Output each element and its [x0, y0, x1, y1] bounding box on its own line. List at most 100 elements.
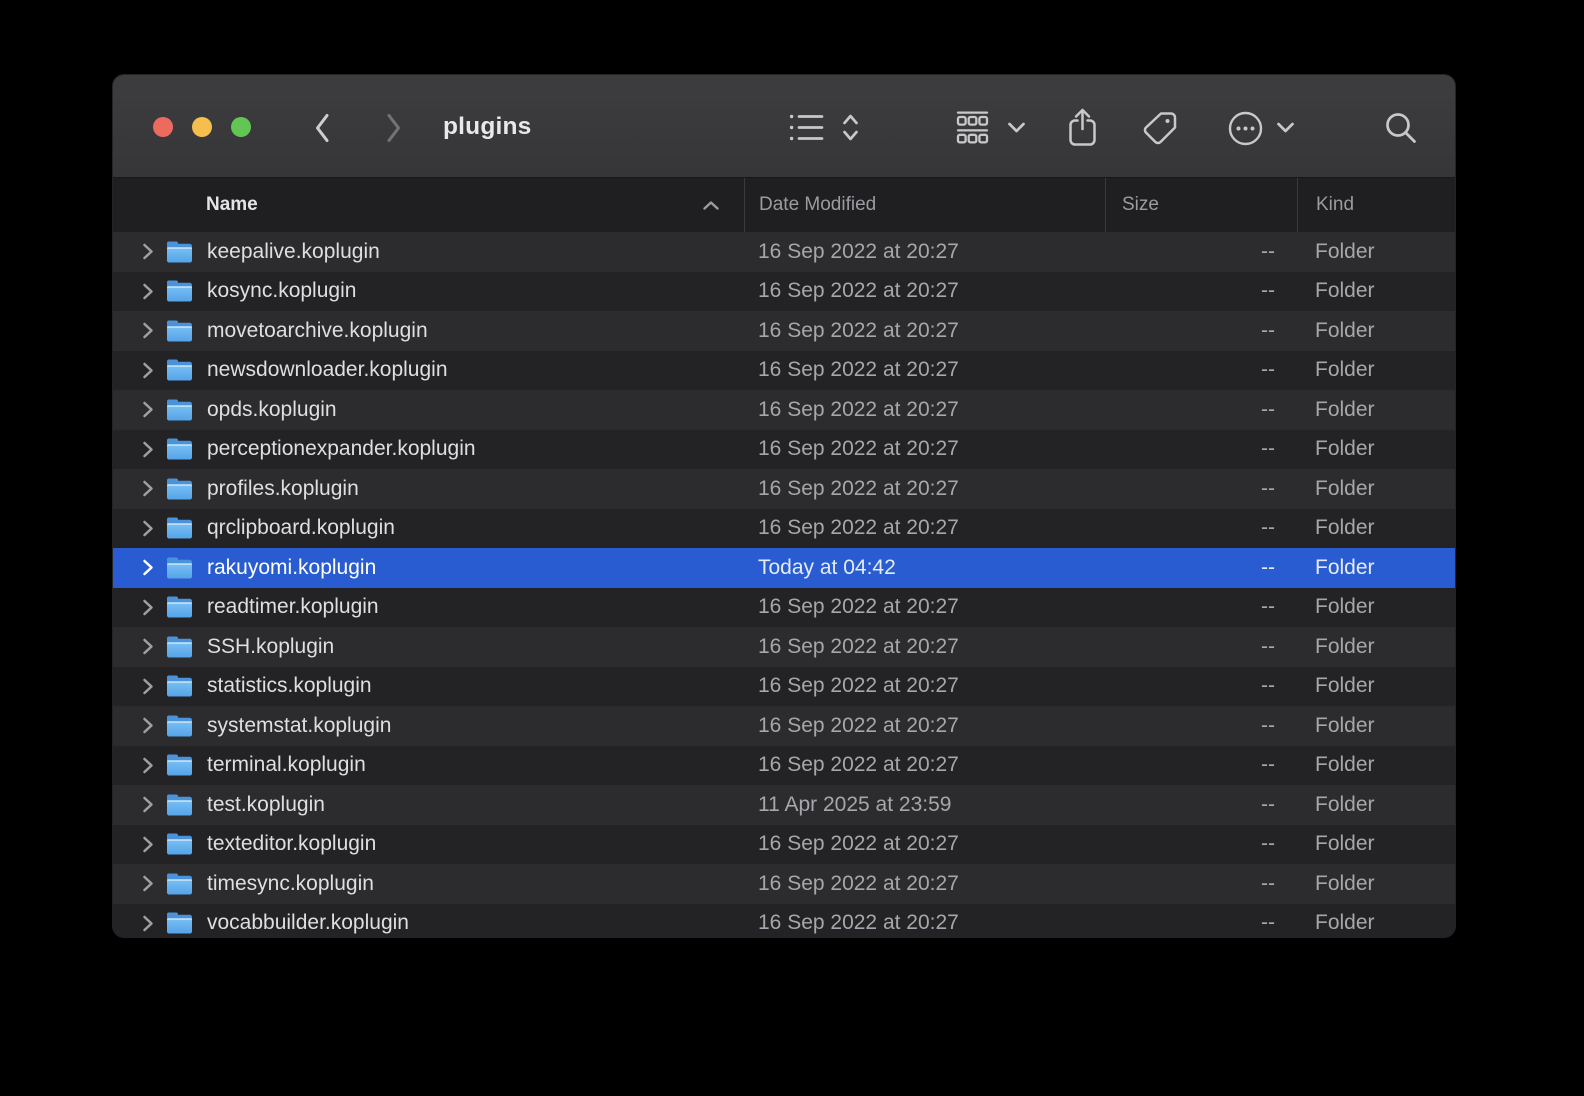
file-name-cell: movetoarchive.koplugin: [113, 319, 744, 343]
back-button[interactable]: [307, 112, 337, 144]
table-row[interactable]: terminal.koplugin 16 Sep 2022 at 20:27 -…: [113, 745, 1455, 785]
kind-cell: Folder: [1315, 358, 1375, 382]
disclosure-chevron-icon[interactable]: [138, 677, 158, 696]
kind-cell: Folder: [1315, 318, 1375, 342]
disclosure-chevron-icon[interactable]: [138, 637, 158, 656]
column-header-kind[interactable]: Kind: [1297, 178, 1455, 232]
disclosure-chevron-icon[interactable]: [138, 361, 158, 380]
file-name-cell: keepalive.koplugin: [113, 240, 744, 264]
file-name-cell: test.koplugin: [113, 793, 744, 817]
column-label-name: Name: [206, 194, 258, 215]
folder-icon: [166, 359, 193, 381]
disclosure-chevron-icon[interactable]: [138, 282, 158, 301]
kind-cell: Folder: [1315, 279, 1375, 303]
share-button[interactable]: [1066, 107, 1099, 148]
table-row[interactable]: test.koplugin 11 Apr 2025 at 23:59 -- Fo…: [113, 785, 1455, 825]
size-cell: --: [1261, 753, 1275, 777]
size-cell: --: [1261, 397, 1275, 421]
kind-cell: Folder: [1315, 792, 1375, 816]
date-modified-cell: 16 Sep 2022 at 20:27: [758, 634, 959, 658]
table-row[interactable]: vocabbuilder.koplugin 16 Sep 2022 at 20:…: [113, 903, 1455, 937]
table-row[interactable]: keepalive.koplugin 16 Sep 2022 at 20:27 …: [113, 232, 1455, 272]
date-modified-cell: 16 Sep 2022 at 20:27: [758, 239, 959, 263]
disclosure-chevron-icon[interactable]: [138, 716, 158, 735]
disclosure-chevron-icon[interactable]: [138, 321, 158, 340]
search-button[interactable]: [1383, 110, 1419, 146]
table-row[interactable]: rakuyomi.koplugin Today at 04:42 -- Fold…: [113, 548, 1455, 588]
file-name-cell: systemstat.koplugin: [113, 714, 744, 738]
date-modified-cell: 16 Sep 2022 at 20:27: [758, 358, 959, 382]
table-row[interactable]: texteditor.koplugin 16 Sep 2022 at 20:27…: [113, 824, 1455, 864]
minimize-button[interactable]: [192, 117, 212, 137]
disclosure-chevron-icon[interactable]: [138, 914, 158, 933]
zoom-button[interactable]: [231, 117, 251, 137]
file-name-label: profiles.koplugin: [207, 476, 359, 500]
date-modified-cell: 16 Sep 2022 at 20:27: [758, 674, 959, 698]
column-header-date-modified[interactable]: Date Modified: [744, 178, 1105, 232]
disclosure-chevron-icon[interactable]: [138, 558, 158, 577]
back-icon: [314, 113, 330, 143]
table-row[interactable]: profiles.koplugin 16 Sep 2022 at 20:27 -…: [113, 469, 1455, 509]
chevron-down-icon[interactable]: [1007, 121, 1026, 134]
folder-icon: [166, 675, 193, 697]
size-cell: --: [1261, 279, 1275, 303]
folder-icon: [166, 438, 193, 460]
column-header-name[interactable]: Name: [113, 178, 744, 232]
folder-icon: [166, 596, 193, 618]
disclosure-chevron-icon[interactable]: [138, 400, 158, 419]
file-name-label: readtimer.koplugin: [207, 595, 379, 619]
folder-icon: [166, 280, 193, 302]
file-name-label: newsdownloader.koplugin: [207, 358, 448, 382]
size-cell: --: [1261, 239, 1275, 263]
folder-icon: [166, 478, 193, 500]
table-row[interactable]: newsdownloader.koplugin 16 Sep 2022 at 2…: [113, 350, 1455, 390]
more-options-button[interactable]: [1227, 110, 1264, 147]
share-icon: [1066, 107, 1099, 148]
tag-button[interactable]: [1141, 110, 1179, 147]
date-modified-cell: 16 Sep 2022 at 20:27: [758, 911, 959, 935]
list-view-button[interactable]: [789, 112, 825, 143]
size-cell: --: [1261, 318, 1275, 342]
disclosure-chevron-icon[interactable]: [138, 519, 158, 538]
table-row[interactable]: systemstat.koplugin 16 Sep 2022 at 20:27…: [113, 706, 1455, 746]
forward-button[interactable]: [379, 112, 409, 144]
column-label-date-modified: Date Modified: [759, 194, 877, 215]
disclosure-chevron-icon[interactable]: [138, 598, 158, 617]
title-bar[interactable]: plugins: [113, 75, 1455, 178]
disclosure-chevron-icon[interactable]: [138, 795, 158, 814]
size-cell: --: [1261, 437, 1275, 461]
table-row[interactable]: SSH.koplugin 16 Sep 2022 at 20:27 -- Fol…: [113, 627, 1455, 667]
chevron-down-icon[interactable]: [1276, 121, 1295, 134]
size-cell: --: [1261, 792, 1275, 816]
table-row[interactable]: timesync.koplugin 16 Sep 2022 at 20:27 -…: [113, 864, 1455, 904]
table-row[interactable]: statistics.koplugin 16 Sep 2022 at 20:27…: [113, 666, 1455, 706]
column-header-size[interactable]: Size: [1105, 178, 1297, 232]
table-row[interactable]: perceptionexpander.koplugin 16 Sep 2022 …: [113, 429, 1455, 469]
table-row[interactable]: opds.koplugin 16 Sep 2022 at 20:27 -- Fo…: [113, 390, 1455, 430]
close-button[interactable]: [153, 117, 173, 137]
finder-window: plugins Name Date Modified Size Kind kee…: [113, 75, 1455, 937]
table-row[interactable]: movetoarchive.koplugin 16 Sep 2022 at 20…: [113, 311, 1455, 351]
kind-cell: Folder: [1315, 674, 1375, 698]
column-label-kind: Kind: [1316, 194, 1355, 215]
disclosure-chevron-icon[interactable]: [138, 440, 158, 459]
disclosure-chevron-icon[interactable]: [138, 874, 158, 893]
date-modified-cell: 16 Sep 2022 at 20:27: [758, 279, 959, 303]
disclosure-chevron-icon[interactable]: [138, 479, 158, 498]
date-modified-cell: 16 Sep 2022 at 20:27: [758, 832, 959, 856]
file-name-label: statistics.koplugin: [207, 674, 372, 698]
size-cell: --: [1261, 832, 1275, 856]
view-selector-button[interactable]: [842, 112, 859, 143]
file-name-label: qrclipboard.koplugin: [207, 516, 395, 540]
file-name-cell: opds.koplugin: [113, 398, 744, 422]
table-row[interactable]: qrclipboard.koplugin 16 Sep 2022 at 20:2…: [113, 508, 1455, 548]
file-name-label: timesync.koplugin: [207, 871, 374, 895]
disclosure-chevron-icon[interactable]: [138, 242, 158, 261]
disclosure-chevron-icon[interactable]: [138, 756, 158, 775]
group-by-button[interactable]: [954, 111, 991, 145]
folder-icon: [166, 715, 193, 737]
table-row[interactable]: kosync.koplugin 16 Sep 2022 at 20:27 -- …: [113, 271, 1455, 311]
size-cell: --: [1261, 516, 1275, 540]
disclosure-chevron-icon[interactable]: [138, 835, 158, 854]
table-row[interactable]: readtimer.koplugin 16 Sep 2022 at 20:27 …: [113, 587, 1455, 627]
